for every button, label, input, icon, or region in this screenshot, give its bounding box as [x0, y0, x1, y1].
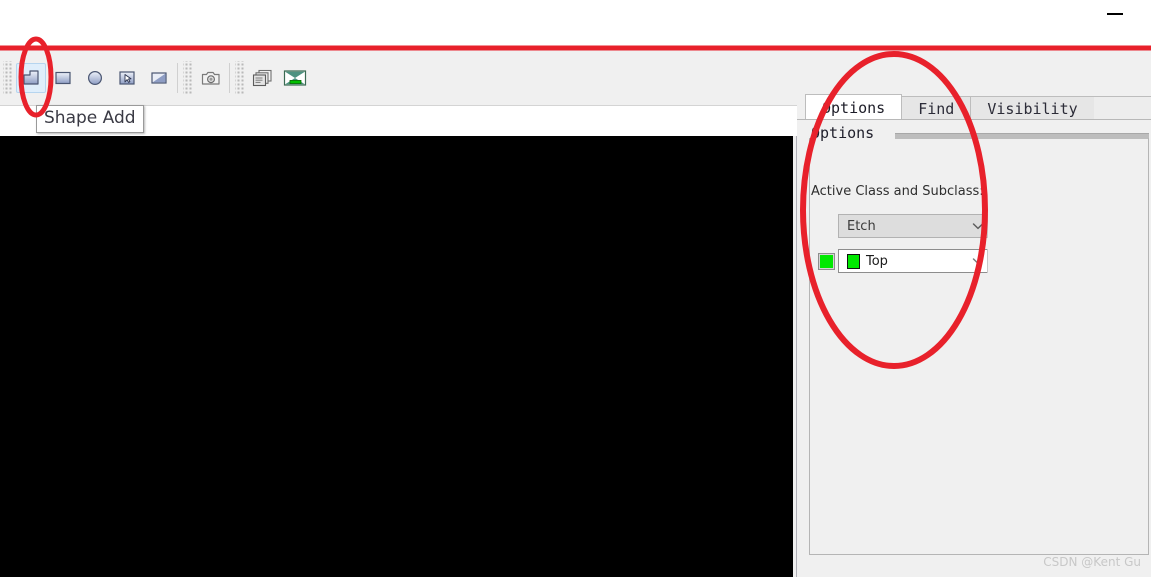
rectangle-icon [55, 71, 71, 84]
options-group-frame [809, 138, 1149, 555]
tab-find[interactable]: Find [901, 96, 972, 120]
snapshot-button[interactable] [196, 63, 226, 93]
chevron-down-icon [967, 222, 989, 230]
design-canvas[interactable] [0, 136, 793, 577]
circle-icon [87, 70, 103, 85]
tab-strip-filler [1093, 96, 1151, 120]
rectangle-add-button[interactable] [48, 63, 78, 93]
polygon-shape-icon [151, 71, 167, 84]
tab-options-label: Options [822, 98, 886, 117]
chevron-down-icon [967, 257, 989, 265]
net-schedule-button[interactable] [280, 63, 310, 93]
bowtie-green-icon [283, 69, 307, 86]
copy-documents-icon [252, 69, 272, 86]
shape-add-icon [23, 69, 39, 85]
active-subclass-combobox[interactable]: Top [838, 249, 990, 273]
toolbar-grip-handle-2[interactable] [183, 60, 192, 95]
active-subclass-value-wrapper: Top [839, 253, 967, 269]
minimize-icon [1107, 13, 1123, 15]
watermark-text: CSDN @Kent Gu [1043, 555, 1141, 569]
window-title-bar [0, 0, 1151, 48]
options-control-panel: Options Find Visibility Options [797, 92, 1151, 577]
circle-add-button[interactable] [80, 63, 110, 93]
active-class-value: Etch [847, 218, 876, 234]
toolbar-grip-handle-1[interactable] [3, 60, 12, 95]
active-subclass-value: Top [866, 253, 888, 269]
copy-layers-button[interactable] [248, 63, 278, 93]
tab-find-label: Find [918, 99, 955, 118]
minimize-button[interactable] [1101, 4, 1129, 24]
subclass-inline-color-icon [847, 253, 860, 269]
toolbar-separator-1 [177, 62, 178, 93]
tab-strip-underline [797, 119, 1151, 120]
cursor-arrow-icon [119, 70, 135, 85]
active-class-subclass-label: Active Class and Subclass: [811, 184, 984, 199]
tab-options[interactable]: Options [805, 94, 903, 120]
toolbar-grip-handle-3[interactable] [235, 60, 244, 95]
active-subclass-combobox-edge [987, 249, 991, 273]
active-class-combobox[interactable]: Etch [838, 214, 990, 238]
panel-tab-strip: Options Find Visibility [805, 94, 1151, 120]
camera-icon [201, 71, 220, 85]
select-tool-button[interactable] [112, 63, 142, 93]
tab-visibility[interactable]: Visibility [970, 96, 1095, 120]
subclass-color-swatch[interactable] [818, 253, 835, 270]
options-group-title: Options [811, 124, 879, 142]
shape-add-tooltip: Shape Add [36, 105, 144, 133]
active-class-combobox-edge [987, 214, 991, 238]
tab-visibility-label: Visibility [987, 99, 1078, 118]
shape-add-button[interactable] [16, 62, 46, 93]
polygon-tool-button[interactable] [144, 63, 174, 93]
toolbar-separator-2 [229, 62, 230, 93]
